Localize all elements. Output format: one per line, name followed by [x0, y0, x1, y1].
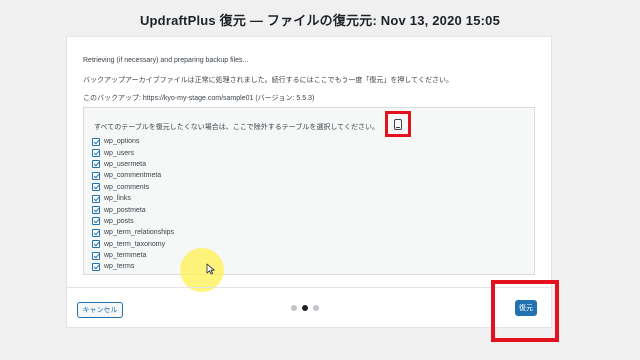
updraft-restore-screen: UpdraftPlus 復元 — ファイルの復元元: Nov 13, 2020 … [0, 0, 640, 360]
table-name: wp_commentmeta [104, 172, 162, 180]
table-name: wp_posts [104, 217, 134, 225]
table-name: wp_options [104, 138, 140, 146]
table-select-hint: すべてのテーブルを復元したくない場合は、ここで除外するテーブルを選択してください… [94, 124, 379, 131]
table-selection-box: すべてのテーブルを復元したくない場合は、ここで除外するテーブルを選択してください… [83, 107, 535, 292]
step-dot-3 [313, 305, 319, 311]
table-checkbox[interactable] [92, 217, 100, 226]
table-name: wp_termmeta [104, 252, 147, 260]
table-item[interactable]: wp_postmeta [92, 204, 174, 215]
table-list: wp_options wp_users wp_usermeta wp_comme… [92, 136, 174, 273]
table-item[interactable]: wp_comments [92, 182, 174, 193]
step-dot-1 [291, 305, 297, 311]
table-item[interactable]: wp_options [92, 136, 174, 147]
table-name: wp_term_relationships [104, 229, 175, 237]
table-name: wp_users [104, 149, 134, 157]
table-checkbox[interactable] [92, 206, 100, 215]
highlight-box-icon [385, 111, 411, 137]
table-item[interactable]: wp_term_relationships [92, 227, 174, 238]
status-line: Retrieving (if necessary) and preparing … [83, 57, 249, 64]
table-checkbox[interactable] [92, 183, 100, 192]
table-name: wp_terms [104, 263, 135, 271]
table-name: wp_postmeta [104, 206, 146, 214]
restore-panel: Retrieving (if necessary) and preparing … [66, 36, 552, 328]
table-name: wp_term_taxonomy [104, 240, 166, 248]
table-item[interactable]: wp_usermeta [92, 159, 174, 170]
table-name: wp_links [104, 195, 131, 203]
table-item[interactable]: wp_term_taxonomy [92, 239, 174, 250]
table-item[interactable]: wp_terms [92, 261, 174, 272]
mouse-pointer-icon [206, 263, 215, 275]
table-checkbox[interactable] [92, 171, 100, 180]
table-checkbox[interactable] [92, 137, 100, 146]
footer-divider [67, 287, 551, 288]
table-checkbox[interactable] [92, 228, 100, 237]
highlight-box-restore [491, 280, 559, 342]
table-name: wp_usermeta [104, 160, 147, 168]
step-indicator [291, 305, 319, 311]
table-checkbox[interactable] [92, 160, 100, 169]
table-checkbox[interactable] [92, 149, 100, 158]
table-item[interactable]: wp_posts [92, 216, 174, 227]
dialog-title: UpdraftPlus 復元 — ファイルの復元元: Nov 13, 2020 … [139, 13, 501, 28]
table-checkbox[interactable] [92, 262, 100, 271]
table-item[interactable]: wp_termmeta [92, 250, 174, 261]
table-name: wp_comments [104, 183, 150, 191]
table-item[interactable]: wp_commentmeta [92, 170, 174, 181]
table-checkbox[interactable] [92, 240, 100, 249]
table-item[interactable]: wp_users [92, 147, 174, 158]
table-checkbox[interactable] [92, 194, 100, 203]
cursor-highlight [180, 248, 224, 292]
processed-message: バックアップアーカイブファイルは正常に処理されました。続行するにはここでもう一度… [83, 77, 453, 84]
step-dot-2 [302, 305, 308, 311]
backup-info: このバックアップ: https://kyo-my-stage.com/sampl… [83, 95, 315, 102]
cancel-button[interactable]: キャンセル [77, 302, 123, 318]
table-item[interactable]: wp_links [92, 193, 174, 204]
table-checkbox[interactable] [92, 251, 100, 260]
